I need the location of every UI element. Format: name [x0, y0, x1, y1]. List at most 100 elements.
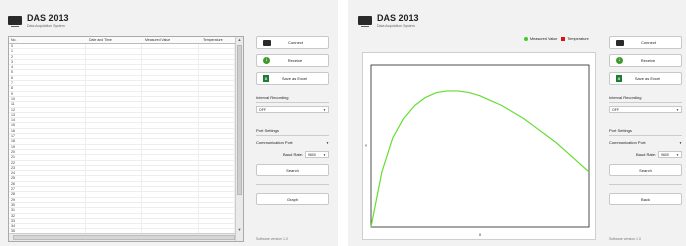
- table-cell: 11: [9, 102, 87, 107]
- table-cell: [142, 208, 200, 213]
- communication-port-row: Communication Port: ▼: [609, 140, 682, 145]
- table-cell: [142, 165, 200, 171]
- table-cell: [86, 139, 142, 144]
- table-cell: 23: [9, 165, 87, 171]
- line-chart: XY: [365, 64, 590, 237]
- table-cell: [142, 197, 200, 202]
- table-cell: [199, 218, 235, 224]
- table-cell: [199, 139, 235, 144]
- table-cell: [199, 202, 235, 208]
- table-cell: [86, 171, 142, 176]
- table-cell: 21: [9, 155, 87, 160]
- table-cell: [199, 75, 235, 81]
- table-cell: [199, 118, 235, 123]
- communication-port-select[interactable]: ▼: [679, 141, 682, 145]
- back-button-label: Back: [641, 196, 650, 202]
- table-cell: [86, 81, 142, 86]
- legend-swatch-temperature: [561, 37, 566, 41]
- search-button[interactable]: Search: [609, 164, 682, 176]
- scroll-down-icon[interactable]: ▼: [238, 227, 242, 233]
- table-cell: [199, 224, 235, 229]
- table-cell: [86, 165, 142, 171]
- table-cell: [142, 202, 200, 208]
- series-line-measured-value: [370, 90, 590, 228]
- monitor-logo-icon: [358, 16, 372, 27]
- baud-rate-label: Baud Rate:: [635, 152, 656, 157]
- table-cell: [142, 96, 200, 102]
- table-cell: [142, 128, 200, 134]
- chevron-down-icon: ▼: [679, 140, 682, 145]
- divider: [256, 135, 329, 136]
- app-title: DAS 2013: [27, 13, 69, 23]
- save-button-label: Save as Excel: [281, 76, 308, 81]
- plot-frame: [370, 64, 590, 228]
- table-cell: [142, 144, 200, 149]
- table-cell: [86, 70, 142, 75]
- connect-button[interactable]: Connect: [609, 36, 682, 49]
- table-cell: 17: [9, 134, 87, 139]
- baud-rate-value: 9600: [661, 152, 669, 157]
- app-title: DAS 2013: [377, 13, 419, 23]
- column-header-measured-value[interactable]: Measured Value: [143, 37, 201, 43]
- table-cell: [142, 75, 200, 81]
- chevron-down-icon: ▼: [323, 107, 326, 112]
- table-cell: 6: [9, 75, 87, 81]
- vertical-scrollbar[interactable]: ▲ ▼: [235, 37, 243, 241]
- connect-button[interactable]: Connect: [256, 36, 329, 49]
- graph-button[interactable]: Graph: [256, 193, 329, 205]
- baud-rate-select[interactable]: 9600 ▼: [658, 151, 682, 158]
- horizontal-scrollbar[interactable]: [9, 233, 235, 241]
- back-button[interactable]: Back: [609, 193, 682, 205]
- save-as-excel-button[interactable]: X Save as Excel: [609, 72, 682, 85]
- chart-area: XY: [362, 52, 596, 240]
- data-table[interactable]: No. Date and Time Measured Value Tempera…: [8, 36, 244, 242]
- table-cell: [199, 86, 235, 91]
- table-cell: [142, 192, 200, 197]
- table-cell: [199, 165, 235, 171]
- divider: [609, 102, 682, 103]
- table-cell: [86, 65, 142, 70]
- receive-button[interactable]: ↓ Receive: [256, 54, 329, 67]
- table-cell: 1: [9, 49, 87, 54]
- table-cell: 0: [9, 44, 87, 49]
- table-cell: [86, 187, 142, 192]
- save-as-excel-button[interactable]: X Save as Excel: [256, 72, 329, 85]
- interval-recording-value: OFF: [259, 107, 266, 112]
- interval-recording-select[interactable]: OFF ▼: [256, 106, 329, 113]
- receive-button[interactable]: ↓ Receive: [609, 54, 682, 67]
- monitor-logo-icon: [8, 16, 22, 27]
- table-cell: [142, 171, 200, 176]
- table-cell: 27: [9, 187, 87, 192]
- table-cell: 15: [9, 123, 87, 128]
- column-header-date-time[interactable]: Date and Time: [87, 37, 143, 43]
- table-cell: 9: [9, 91, 87, 96]
- table-cell: 3: [9, 59, 87, 65]
- software-version: Software version 1.0: [256, 237, 288, 241]
- table-cell: [86, 208, 142, 213]
- baud-rate-row: Baud Rate: 9600 ▼: [609, 151, 682, 158]
- communication-port-select[interactable]: ▼: [326, 141, 329, 145]
- interval-recording-select[interactable]: OFF ▼: [609, 106, 682, 113]
- table-cell: [86, 96, 142, 102]
- table-cell: [199, 160, 235, 165]
- vertical-scroll-thumb[interactable]: [237, 45, 242, 195]
- column-header-temperature[interactable]: Temperature: [201, 37, 237, 43]
- table-cell: [86, 213, 142, 218]
- connect-button-label: Connect: [641, 40, 656, 45]
- scroll-up-icon[interactable]: ▲: [238, 37, 242, 43]
- table-cell: [86, 134, 142, 139]
- search-button[interactable]: Search: [256, 164, 329, 176]
- horizontal-scroll-thumb[interactable]: [13, 235, 235, 240]
- baud-rate-value: 9600: [308, 152, 316, 157]
- table-cell: 28: [9, 192, 87, 197]
- port-settings-label: Port Settings: [256, 128, 279, 133]
- table-cell: [142, 86, 200, 91]
- monitor-icon: [263, 39, 271, 46]
- baud-rate-select[interactable]: 9600 ▼: [305, 151, 329, 158]
- table-cell: 32: [9, 213, 87, 218]
- table-cell: [142, 213, 200, 218]
- table-cell: [86, 107, 142, 112]
- table-cell: [199, 44, 235, 49]
- column-header-no[interactable]: No.: [9, 37, 87, 43]
- communication-port-row: Communication Port: ▼: [256, 140, 329, 145]
